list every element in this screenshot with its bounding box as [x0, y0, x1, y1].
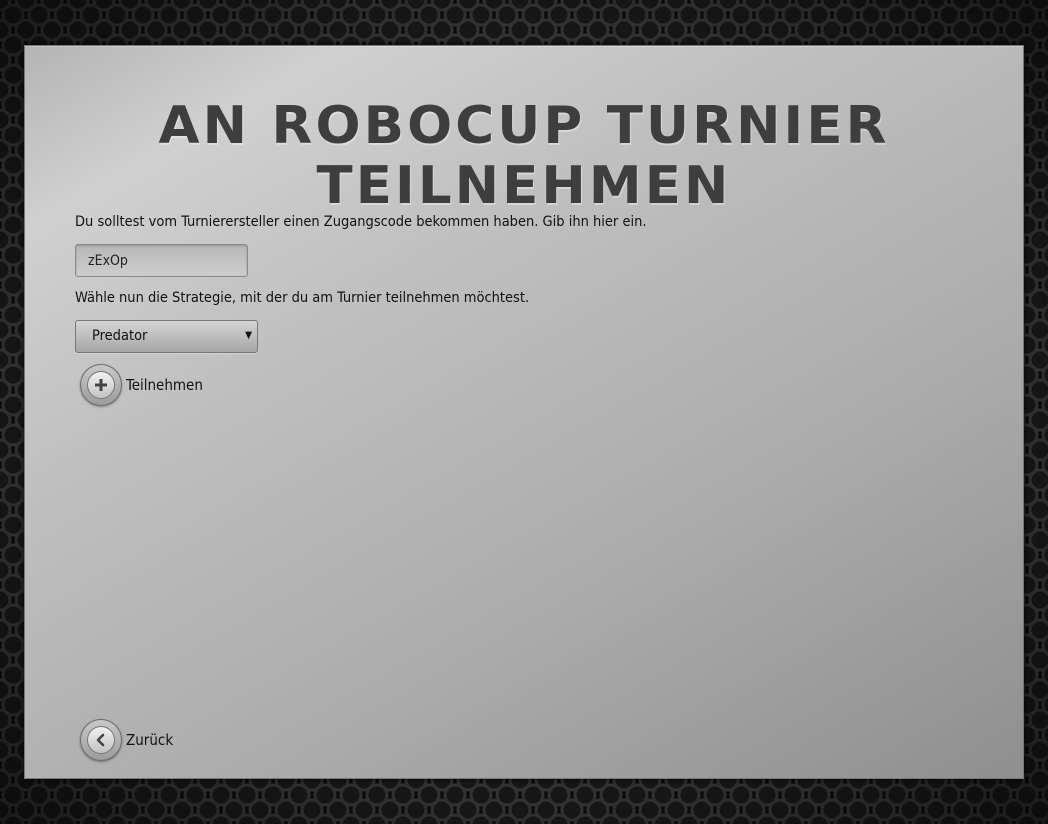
dropdown-arrow-icon: ▼: [245, 330, 252, 341]
plus-icon: [95, 379, 107, 391]
join-button-circle[interactable]: [80, 364, 122, 406]
access-code-input[interactable]: [75, 244, 248, 277]
strategy-instruction: Wähle nun die Strategie, mit der du am T…: [75, 290, 530, 306]
back-button-label[interactable]: Zurück: [126, 731, 173, 749]
join-button-label[interactable]: Teilnehmen: [126, 376, 203, 394]
chevron-left-icon: [96, 733, 105, 747]
back-button-circle[interactable]: [80, 719, 122, 761]
join-button[interactable]: Teilnehmen: [80, 364, 203, 406]
page-title: AN ROBOCUP TURNIER TEILNEHMEN: [158, 96, 890, 216]
strategy-selected-value: Predator: [92, 328, 148, 344]
main-panel: AN ROBOCUP TURNIER TEILNEHMEN Du solltes…: [24, 45, 1024, 779]
strategy-select[interactable]: Predator ▼: [75, 320, 258, 353]
back-button[interactable]: Zurück: [80, 719, 173, 761]
access-code-instruction: Du solltest vom Turnierersteller einen Z…: [75, 214, 647, 230]
